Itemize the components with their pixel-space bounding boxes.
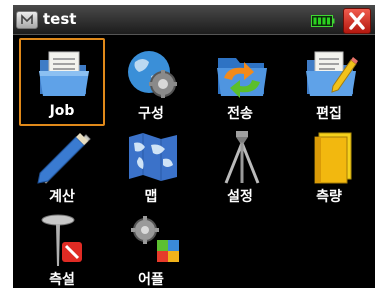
app-applications[interactable]: 어플 — [108, 204, 194, 288]
world-map-icon — [129, 133, 177, 181]
close-button[interactable] — [343, 8, 371, 34]
globe-gear-icon — [128, 51, 177, 98]
app-survey[interactable]: 측량 — [286, 121, 372, 209]
app-label: 맵 — [144, 189, 158, 205]
m-logo-icon — [21, 14, 33, 24]
tripod-icon — [224, 131, 260, 184]
app-settings[interactable]: 설정 — [197, 121, 283, 209]
folder-transfer-icon — [217, 58, 267, 98]
device-screen: test Job 구성 전송 편집 계산 맵 설정 측량 측설 어플 — [13, 5, 375, 288]
close-icon — [349, 12, 365, 30]
app-label: 측량 — [316, 189, 342, 205]
app-configure[interactable]: 구성 — [108, 38, 194, 126]
app-label: 계산 — [49, 189, 75, 205]
app-stakeout[interactable]: 측설 — [19, 204, 105, 288]
app-job[interactable]: Job — [19, 38, 105, 126]
app-map[interactable]: 맵 — [108, 121, 194, 209]
app-label: 편집 — [316, 106, 342, 122]
app-edit[interactable]: 편집 — [286, 38, 372, 126]
ruler-pencil-icon — [37, 133, 91, 184]
app-transfer[interactable]: 전송 — [197, 38, 283, 126]
title-bar: test — [13, 5, 375, 35]
app-label: 구성 — [138, 106, 164, 122]
window-title: test — [43, 10, 77, 28]
battery-icon — [311, 15, 335, 27]
folder-document-icon — [39, 51, 89, 96]
app-label: 설정 — [227, 189, 253, 205]
app-label: Job — [49, 103, 75, 119]
stakeout-pin-icon — [41, 214, 82, 266]
app-label: 어플 — [138, 272, 164, 288]
gears-blocks-icon — [131, 216, 179, 262]
start-button[interactable] — [16, 11, 38, 29]
app-calculate[interactable]: 계산 — [19, 121, 105, 209]
app-label: 전송 — [227, 106, 253, 122]
app-label: 측설 — [49, 272, 75, 288]
folder-pencil-icon — [306, 51, 358, 96]
notebook-icon — [314, 132, 352, 184]
